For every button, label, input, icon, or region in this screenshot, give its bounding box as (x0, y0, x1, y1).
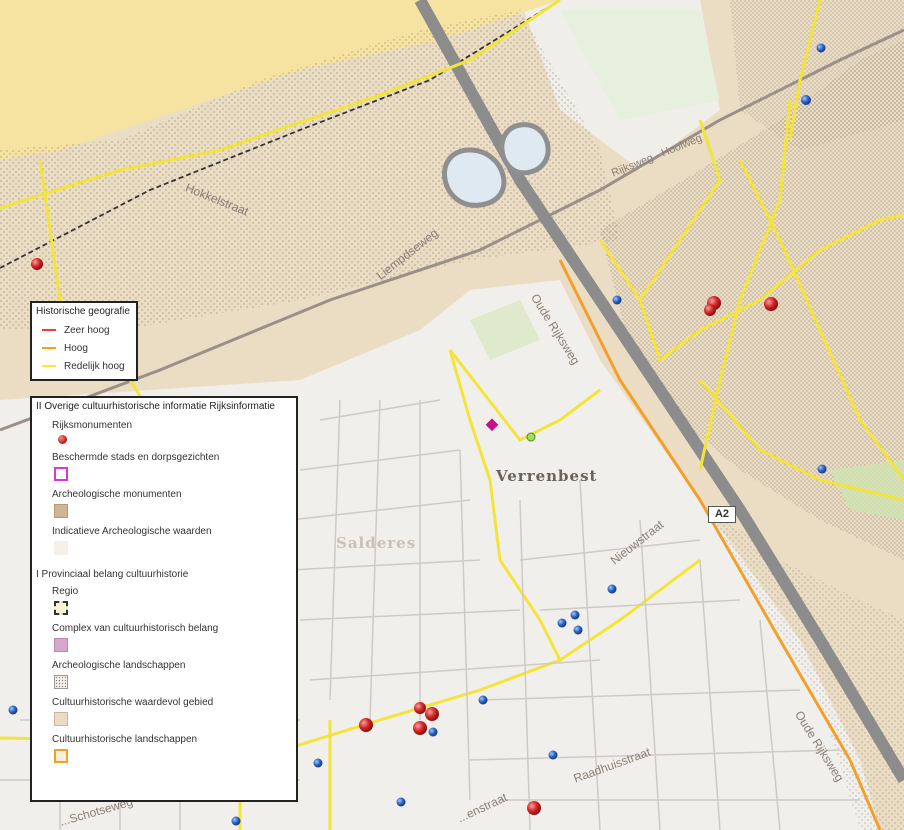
blue-marker[interactable] (612, 295, 622, 305)
legend2-item-label: Regio (52, 586, 79, 597)
blue-marker[interactable] (396, 797, 406, 807)
blue-marker[interactable] (607, 584, 617, 594)
blue-marker[interactable] (557, 618, 567, 628)
line-swatch-icon (42, 347, 56, 349)
blue-marker[interactable] (801, 95, 811, 105)
a2-road-shield: A2 (708, 506, 736, 523)
interchange-loop-2 (499, 122, 551, 176)
legend1-item-label: Redelijk hoog (64, 360, 125, 372)
blue-marker[interactable] (313, 758, 323, 768)
legend1-item: Redelijk hoog (36, 357, 132, 375)
legend2-item-label: Cultuurhistorische waardevol gebied (52, 697, 214, 708)
blue-marker[interactable] (573, 625, 583, 635)
line-swatch-icon (42, 365, 56, 367)
rijksmonument-marker[interactable] (31, 258, 43, 270)
blue-marker[interactable] (817, 464, 827, 474)
blue-marker[interactable] (570, 610, 580, 620)
rijksmonument-marker[interactable] (527, 801, 541, 815)
beige-square-icon (54, 712, 68, 726)
blue-marker[interactable] (548, 750, 558, 760)
town-label-salderes: Salderes (336, 534, 417, 552)
red-dot-icon (58, 435, 67, 444)
green-marker[interactable] (526, 432, 536, 442)
magenta-outline-square-icon (54, 467, 68, 481)
blue-marker[interactable] (428, 727, 438, 737)
legend2-subtitle: I Provinciaal belang cultuurhistorie (36, 569, 189, 580)
rijksmonument-marker[interactable] (704, 304, 716, 316)
legend2-item-label: Archeologische landschappen (52, 660, 186, 671)
legend2-item-label: Beschermde stads en dorpsgezichten (52, 452, 220, 463)
light-square-icon (54, 541, 68, 555)
legend2-item-label: Indicatieve Archeologische waarden (52, 526, 212, 537)
blue-marker[interactable] (231, 816, 241, 826)
rijksmonument-marker[interactable] (414, 702, 426, 714)
legend2-item-label: Complex van cultuurhistorisch belang (52, 623, 219, 634)
legend1-item: Hoog (36, 339, 132, 357)
legend-cultuurhistorie: II Overige cultuurhistorische informatie… (30, 396, 298, 802)
rijksmonument-marker[interactable] (764, 297, 778, 311)
legend1-item-label: Hoog (64, 342, 88, 354)
rijksmonument-marker[interactable] (425, 707, 439, 721)
line-swatch-icon (42, 329, 56, 331)
pink-square-icon (54, 638, 68, 652)
legend2-item-label: Cultuurhistorische landschappen (52, 734, 198, 745)
blue-marker[interactable] (816, 43, 826, 53)
legend2-item-label: Rijksmonumenten (52, 420, 133, 431)
town-label-verrenbest: Verrenbest (496, 467, 598, 485)
dashed-square-icon (54, 601, 68, 615)
rijksmonument-marker[interactable] (413, 721, 427, 735)
legend1-item-label: Zeer hoog (64, 324, 110, 336)
orange-outline-square-icon (54, 749, 68, 763)
legend1-title: Historische geografie (36, 306, 130, 317)
dotted-square-icon (54, 675, 68, 689)
interchange-loop-1 (442, 147, 507, 208)
legend2-title: II Overige cultuurhistorische informatie… (36, 401, 275, 412)
legend1-item: Zeer hoog (36, 321, 132, 339)
blue-marker[interactable] (478, 695, 488, 705)
legend-historische-geografie: Historische geografie Zeer hoog Hoog Red… (30, 301, 138, 381)
blue-marker[interactable] (8, 705, 18, 715)
legend2-item-label: Archeologische monumenten (52, 489, 182, 500)
tan-dotted-square-icon (54, 504, 68, 518)
rijksmonument-marker[interactable] (359, 718, 373, 732)
